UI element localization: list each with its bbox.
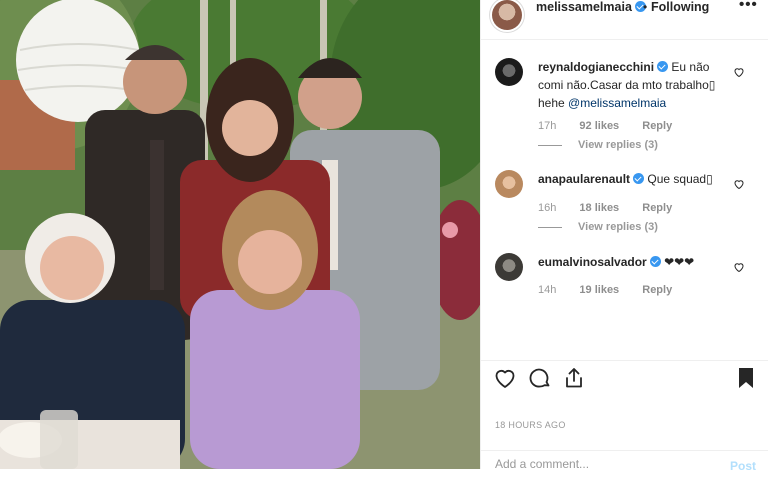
- verified-badge-icon: [657, 61, 669, 72]
- comment-likes[interactable]: 18 likes: [579, 202, 619, 214]
- comment-bubble-icon[interactable]: [528, 366, 552, 390]
- share-icon[interactable]: [562, 366, 586, 390]
- profile-avatar[interactable]: [492, 0, 522, 30]
- post-comment-button[interactable]: Post: [730, 459, 756, 473]
- commenter-avatar[interactable]: [495, 170, 523, 198]
- comment-likes[interactable]: 92 likes: [579, 120, 619, 132]
- following-button[interactable]: Following: [651, 0, 709, 14]
- comment-username[interactable]: reynaldogianecchini: [538, 60, 654, 74]
- post-side-panel: melissamelmaia • Following ••• reynaldog…: [480, 0, 768, 473]
- view-replies-button[interactable]: View replies (3): [538, 138, 658, 152]
- commenter-avatar[interactable]: [495, 58, 523, 86]
- comment-like-heart-icon[interactable]: [733, 178, 745, 190]
- heart-icon[interactable]: [493, 366, 517, 390]
- comment-text-block: eumalvinosalvador ❤❤❤: [538, 253, 728, 271]
- comment-meta: 16h 18 likes Reply: [538, 201, 692, 215]
- header-separator: •: [643, 0, 648, 14]
- comment-reply-button[interactable]: Reply: [642, 284, 672, 296]
- replies-line: [538, 144, 562, 146]
- comment-text-block: anapaularenault Que squad▯: [538, 170, 728, 188]
- comment-like-heart-icon[interactable]: [733, 261, 745, 273]
- comment-text-block: reynaldogianecchini Eu não comi não.Casa…: [538, 58, 728, 112]
- comment-time[interactable]: 14h: [538, 284, 556, 296]
- post-timestamp[interactable]: 18 HOURS AGO: [495, 420, 566, 430]
- post-photo[interactable]: [0, 0, 480, 469]
- comment-reply-button[interactable]: Reply: [642, 120, 672, 132]
- comment-mention[interactable]: @melissamelmaia: [568, 96, 666, 110]
- comment-body: ❤❤❤: [664, 255, 695, 269]
- add-comment-bar: Post: [481, 450, 768, 480]
- view-replies-label[interactable]: View replies (3): [578, 139, 658, 151]
- verified-badge-icon: [649, 256, 661, 267]
- more-options-icon[interactable]: •••: [739, 0, 758, 12]
- comment-like-heart-icon[interactable]: [733, 66, 745, 78]
- comment-body: Que squad▯: [647, 172, 713, 186]
- comment-meta: 17h 92 likes Reply: [538, 119, 692, 133]
- view-replies-label[interactable]: View replies (3): [578, 221, 658, 233]
- comment-time[interactable]: 17h: [538, 120, 556, 132]
- comment-reply-button[interactable]: Reply: [642, 202, 672, 214]
- comment-meta: 14h 19 likes Reply: [538, 283, 692, 297]
- photo-scene: [0, 0, 480, 469]
- verified-badge-icon: [633, 173, 645, 184]
- comment-username[interactable]: eumalvinosalvador: [538, 255, 647, 269]
- post-header: melissamelmaia • Following •••: [481, 0, 768, 40]
- bookmark-icon[interactable]: [734, 366, 758, 390]
- view-replies-button[interactable]: View replies (3): [538, 220, 658, 234]
- replies-line: [538, 226, 562, 228]
- comment-time[interactable]: 16h: [538, 202, 556, 214]
- header-username[interactable]: melissamelmaia: [536, 0, 646, 14]
- comment-username[interactable]: anapaularenault: [538, 172, 630, 186]
- header-username-text[interactable]: melissamelmaia: [536, 0, 632, 14]
- commenter-avatar[interactable]: [495, 253, 523, 281]
- post-action-bar: [481, 360, 768, 398]
- comment-likes[interactable]: 19 likes: [579, 284, 619, 296]
